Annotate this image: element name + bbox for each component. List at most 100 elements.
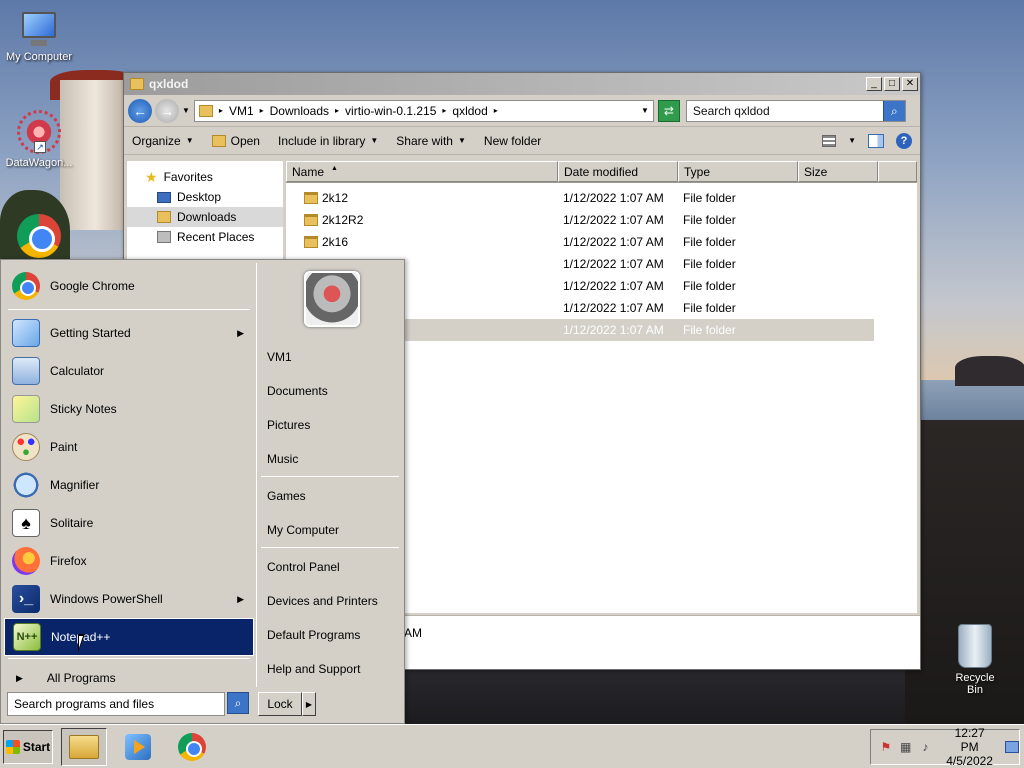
address-history-dropdown[interactable]: ▼ — [641, 106, 649, 115]
refresh-button[interactable]: ⇄ — [657, 99, 680, 122]
taskbar-chrome-button[interactable] — [169, 728, 215, 766]
help-icon[interactable]: ? — [896, 132, 912, 149]
volume-icon[interactable]: ♪ — [919, 739, 933, 755]
breadcrumb-downloads[interactable]: Downloads — [270, 104, 329, 118]
search-icon[interactable]: ⌕ — [227, 692, 249, 714]
table-row[interactable]: 2k16 1/12/2022 1:07 AM File folder — [286, 231, 917, 253]
open-button[interactable]: Open — [211, 134, 260, 148]
chevron-down-icon: ▼ — [185, 136, 194, 145]
search-box[interactable]: Search qxldod ⌕ — [685, 99, 906, 122]
nav-desktop[interactable]: Desktop — [127, 187, 283, 207]
program-firefox[interactable]: Firefox — [4, 542, 254, 580]
nav-recent-places[interactable]: Recent Places — [127, 227, 283, 247]
back-button[interactable]: ← — [128, 98, 152, 123]
divider — [261, 476, 399, 477]
title-bar[interactable]: qxldod _ □ ✕ — [124, 73, 920, 95]
program-calculator[interactable]: Calculator — [4, 352, 254, 390]
new-folder-label: New folder — [483, 133, 542, 148]
program-sticky-notes[interactable]: Sticky Notes — [4, 390, 254, 428]
view-options-dropdown[interactable]: ▼ — [848, 136, 856, 145]
column-header-date[interactable]: Date modified — [558, 161, 678, 182]
explorer-icon — [69, 734, 99, 759]
taskbar-explorer-button[interactable] — [61, 727, 107, 766]
breadcrumb-vm1[interactable]: VM1 — [229, 104, 254, 118]
change-view-icon[interactable] — [822, 134, 837, 147]
place-default-programs[interactable]: Default Programs — [267, 624, 360, 646]
place-games[interactable]: Games — [267, 485, 306, 507]
nav-favorites[interactable]: ★ Favorites — [127, 167, 283, 187]
desktop-icon-recycle-bin[interactable]: Recycle Bin — [946, 624, 1004, 696]
place-control-panel[interactable]: Control Panel — [267, 556, 340, 578]
minimize-button[interactable]: _ — [866, 77, 882, 91]
program-notepad-plus-plus[interactable]: N++ Notepad++ — [4, 618, 254, 656]
share-with-button[interactable]: Share with ▼ — [396, 134, 466, 148]
program-windows-powershell[interactable]: ›_ Windows PowerShell ▶ — [4, 580, 254, 618]
program-magnifier[interactable]: Magnifier — [4, 466, 254, 504]
program-getting-started[interactable]: Getting Started ▶ — [4, 314, 254, 352]
recent-pages-dropdown[interactable]: ▼ — [182, 106, 190, 115]
lock-button[interactable]: Lock — [258, 692, 302, 716]
shutdown-options-arrow[interactable]: ▶ — [302, 692, 316, 716]
new-folder-button[interactable]: New folder — [484, 134, 541, 148]
chevron-right-icon: ▶ — [237, 593, 244, 604]
place-user-folder[interactable]: VM1 — [267, 346, 292, 368]
table-row[interactable]: 2k12R2 1/12/2022 1:07 AM File folder — [286, 209, 917, 231]
desktop-icon-my-computer[interactable]: My Computer — [0, 10, 78, 63]
taskbar-media-player-button[interactable] — [115, 728, 161, 766]
address-bar[interactable]: ▸ VM1 ▸ Downloads ▸ virtio-win-0.1.215 ▸… — [193, 99, 654, 122]
details-text: AM — [404, 626, 422, 640]
chevron-right-icon[interactable]: ▸ — [219, 106, 223, 115]
show-desktop-icon[interactable] — [1004, 740, 1019, 753]
place-my-computer[interactable]: My Computer — [267, 519, 339, 541]
search-icon[interactable]: ⌕ — [882, 100, 905, 121]
forward-button[interactable]: → — [155, 98, 179, 123]
all-programs-button[interactable]: ▶ All Programs — [4, 663, 254, 693]
pinned-google-chrome[interactable]: Google Chrome — [4, 267, 254, 305]
file-date: 1/12/2022 1:07 AM — [563, 323, 664, 337]
column-header-type[interactable]: Type — [678, 161, 798, 182]
chevron-right-icon[interactable]: ▸ — [260, 106, 264, 115]
file-name: 2k12 — [322, 191, 349, 205]
maximize-button[interactable]: □ — [884, 77, 900, 91]
program-label: Sticky Notes — [50, 402, 117, 416]
place-help-and-support[interactable]: Help and Support — [267, 658, 360, 680]
chevron-right-icon[interactable]: ▸ — [442, 106, 446, 115]
organize-label: Organize — [132, 133, 181, 148]
sticky-notes-icon — [12, 395, 40, 423]
start-search-input[interactable]: Search programs and files — [7, 692, 225, 716]
start-search[interactable]: Search programs and files ⌕ — [7, 692, 249, 716]
network-icon[interactable]: ▦ — [899, 739, 913, 755]
place-documents[interactable]: Documents — [267, 380, 328, 402]
search-input[interactable]: Search qxldod — [693, 104, 883, 118]
folder-icon — [304, 236, 318, 248]
column-header-name[interactable]: Name ▲ — [286, 161, 558, 182]
organize-button[interactable]: Organize ▼ — [132, 134, 194, 148]
place-pictures[interactable]: Pictures — [267, 414, 310, 436]
program-solitaire[interactable]: ♠ Solitaire — [4, 504, 254, 542]
program-label: Magnifier — [50, 478, 100, 492]
chrome-icon — [178, 732, 206, 761]
column-header-size[interactable]: Size — [798, 161, 878, 182]
place-devices-and-printers[interactable]: Devices and Printers — [267, 590, 378, 612]
file-date: 1/12/2022 1:07 AM — [563, 279, 664, 293]
nav-downloads[interactable]: Downloads — [127, 207, 283, 227]
desktop-icon-chrome[interactable] — [0, 214, 78, 261]
breadcrumb-virtio-win[interactable]: virtio-win-0.1.215 — [345, 104, 436, 118]
desktop-icon-datawagon[interactable]: ↗ DataWagon... — [0, 110, 78, 169]
preview-pane-icon[interactable] — [868, 133, 884, 148]
place-music[interactable]: Music — [267, 448, 298, 470]
shortcut-arrow-icon: ↗ — [34, 141, 46, 153]
include-in-library-button[interactable]: Include in library ▼ — [278, 134, 378, 148]
chevron-right-icon[interactable]: ▸ — [494, 106, 498, 115]
close-button[interactable]: ✕ — [902, 77, 918, 91]
nav-label: Recent Places — [177, 230, 255, 244]
divider — [261, 547, 399, 548]
action-center-flag-icon[interactable]: ⚑ — [879, 739, 893, 755]
program-paint[interactable]: Paint — [4, 428, 254, 466]
clock[interactable]: 12:27 PM 4/5/2022 — [946, 726, 993, 768]
chevron-right-icon[interactable]: ▸ — [335, 106, 339, 115]
table-row[interactable]: 2k12 1/12/2022 1:07 AM File folder — [286, 187, 917, 209]
user-avatar[interactable] — [304, 271, 360, 327]
breadcrumb-qxldod[interactable]: qxldod — [452, 104, 487, 118]
start-button[interactable]: Start — [3, 729, 53, 764]
